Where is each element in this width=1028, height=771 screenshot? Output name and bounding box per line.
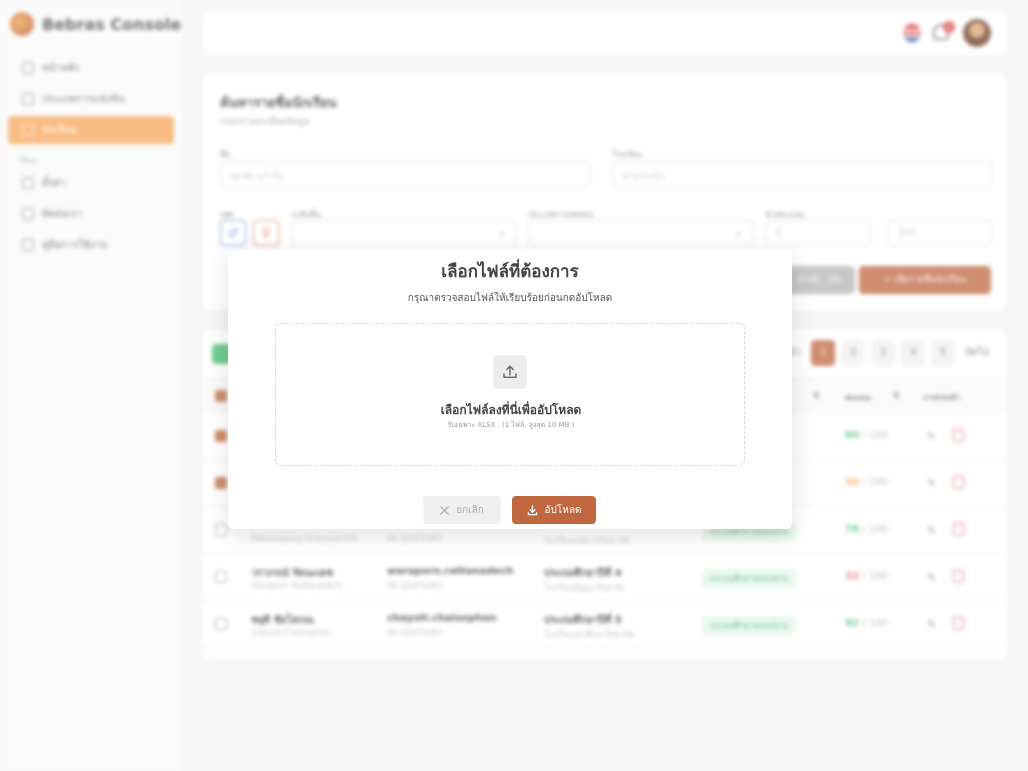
file-dropzone[interactable]: เลือกไฟล์ลงที่นี่เพื่ออัปโหลด รับเฉพาะ X… <box>275 323 745 466</box>
cancel-button-label: ยกเลิก <box>456 504 484 516</box>
modal-title: เลือกไฟล์ที่ต้องการ <box>441 262 579 282</box>
upload-modal: เลือกไฟล์ที่ต้องการ กรุณาตรวจสอบไฟล์ให้เ… <box>228 250 792 529</box>
cancel-button[interactable]: ยกเลิก <box>423 496 501 524</box>
dropzone-hint: รับเฉพาะ XLSX . (1 ไฟล์, สูงสุด 10 MB ) <box>447 421 575 429</box>
modal-subtitle: กรุณาตรวจสอบไฟล์ให้เรียบร้อยก่อนกดอัปโหล… <box>407 293 613 304</box>
close-icon <box>440 505 449 515</box>
upload-icon <box>493 355 527 389</box>
dropzone-title: เลือกไฟล์ลงที่นี่เพื่ออัปโหลด <box>440 403 582 417</box>
upload-button-label: อัปโหลด <box>544 504 582 516</box>
download-icon <box>527 504 537 515</box>
upload-button[interactable]: อัปโหลด <box>512 496 596 524</box>
